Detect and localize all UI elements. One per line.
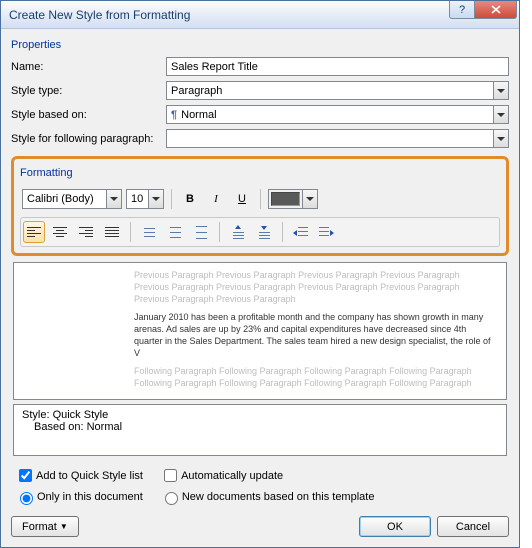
font-size-combo[interactable]: 10 bbox=[126, 189, 164, 209]
ok-button[interactable]: OK bbox=[359, 516, 431, 537]
formatting-label: Formatting bbox=[20, 167, 500, 179]
chevron-down-icon bbox=[493, 106, 508, 123]
line-spacing-medium-button[interactable] bbox=[164, 221, 186, 243]
format-button[interactable]: Format ▼ bbox=[11, 516, 79, 537]
style-summary-line1: Style: Quick Style bbox=[22, 409, 498, 421]
chevron-down-icon bbox=[493, 130, 508, 147]
preview-pane: Previous Paragraph Previous Paragraph Pr… bbox=[13, 262, 507, 400]
line-spacing-double-button[interactable] bbox=[190, 221, 212, 243]
name-input[interactable] bbox=[166, 57, 509, 76]
add-quick-style-checkbox[interactable]: Add to Quick Style list bbox=[15, 466, 143, 485]
style-type-label: Style type: bbox=[11, 85, 166, 97]
underline-button[interactable]: U bbox=[231, 188, 253, 210]
help-button[interactable]: ? bbox=[449, 1, 475, 19]
based-on-value: Normal bbox=[181, 109, 216, 121]
align-justify-button[interactable] bbox=[101, 221, 123, 243]
cancel-button[interactable]: Cancel bbox=[437, 516, 509, 537]
style-type-value: Paragraph bbox=[171, 85, 222, 97]
align-right-button[interactable] bbox=[75, 221, 97, 243]
new-docs-template-radio[interactable]: New documents based on this template bbox=[160, 489, 375, 505]
space-before-increase-button[interactable] bbox=[227, 221, 249, 243]
based-on-label: Style based on: bbox=[11, 109, 166, 121]
style-summary-line2: Based on: Normal bbox=[22, 421, 498, 433]
pilcrow-icon: ¶ bbox=[171, 109, 177, 121]
line-spacing-single-button[interactable] bbox=[138, 221, 160, 243]
formatting-highlight: Formatting Calibri (Body) 10 B I U bbox=[11, 156, 509, 256]
chevron-down-icon bbox=[148, 190, 163, 208]
italic-button[interactable]: I bbox=[205, 188, 227, 210]
dialog-title: Create New Style from Formatting bbox=[9, 8, 190, 22]
close-button[interactable] bbox=[475, 1, 517, 19]
chevron-down-icon bbox=[106, 190, 121, 208]
auto-update-checkbox[interactable]: Automatically update bbox=[160, 466, 283, 485]
properties-label: Properties bbox=[11, 39, 509, 51]
font-combo[interactable]: Calibri (Body) bbox=[22, 189, 122, 209]
style-type-combo[interactable]: Paragraph bbox=[166, 81, 509, 100]
increase-indent-button[interactable] bbox=[316, 221, 338, 243]
bold-button[interactable]: B bbox=[179, 188, 201, 210]
chevron-down-icon bbox=[302, 190, 317, 208]
dialog-create-style: Create New Style from Formatting ? Prope… bbox=[0, 0, 520, 548]
font-size-value: 10 bbox=[127, 193, 148, 205]
preview-following: Following Paragraph Following Paragraph … bbox=[24, 365, 496, 389]
following-label: Style for following paragraph: bbox=[11, 133, 166, 145]
name-label: Name: bbox=[11, 61, 166, 73]
chevron-down-icon bbox=[493, 82, 508, 99]
based-on-combo[interactable]: ¶ Normal bbox=[166, 105, 509, 124]
font-value: Calibri (Body) bbox=[23, 193, 106, 205]
color-swatch bbox=[271, 192, 300, 206]
space-before-decrease-button[interactable] bbox=[253, 221, 275, 243]
style-summary-box: Style: Quick Style Based on: Normal bbox=[13, 404, 507, 456]
font-color-button[interactable] bbox=[268, 189, 318, 209]
align-center-button[interactable] bbox=[49, 221, 71, 243]
decrease-indent-button[interactable] bbox=[290, 221, 312, 243]
following-combo[interactable] bbox=[166, 129, 509, 148]
align-left-button[interactable] bbox=[23, 221, 45, 243]
preview-previous: Previous Paragraph Previous Paragraph Pr… bbox=[24, 269, 496, 305]
titlebar: Create New Style from Formatting ? bbox=[1, 1, 519, 29]
preview-body: January 2010 has been a profitable month… bbox=[24, 311, 496, 359]
only-in-document-radio[interactable]: Only in this document bbox=[15, 489, 143, 505]
